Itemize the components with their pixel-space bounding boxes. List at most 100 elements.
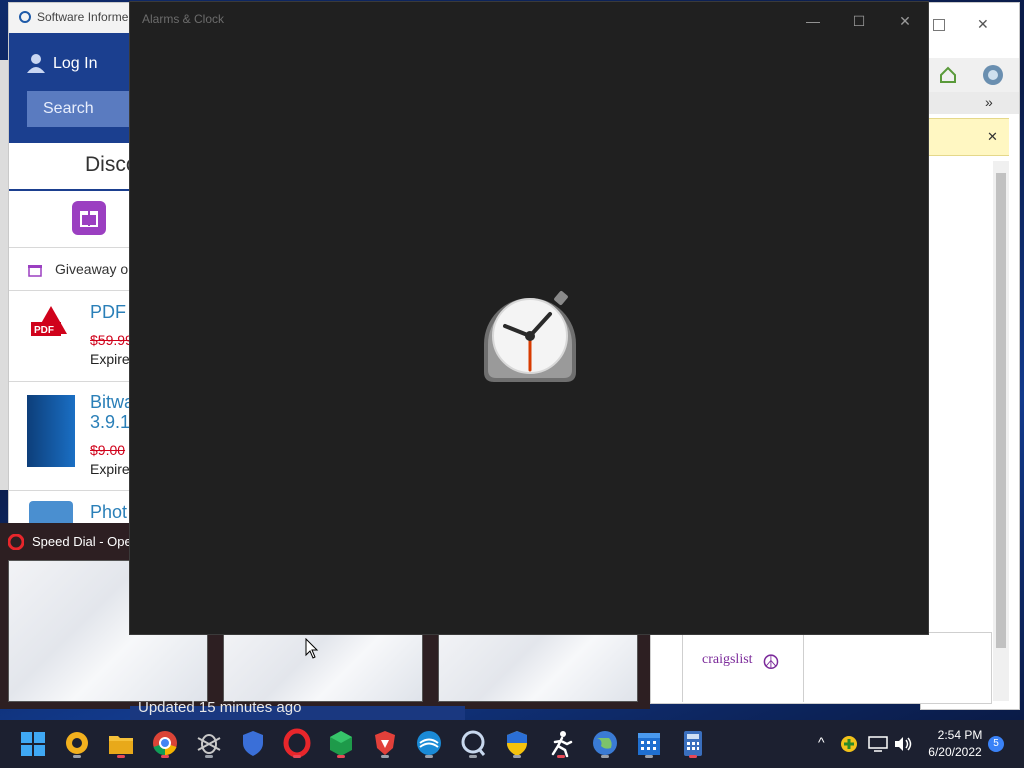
taskbar-qbittorrent[interactable]	[459, 728, 487, 758]
minimize-button[interactable]: —	[790, 6, 836, 36]
thumbnail-title[interactable]: Speed Dial - Oper	[32, 534, 136, 549]
clock-date[interactable]: 6/20/2022	[922, 745, 988, 759]
taskbar-globe-app[interactable]	[591, 728, 619, 758]
running-indicator	[689, 755, 697, 758]
running-indicator	[117, 755, 125, 758]
browser-window[interactable]: ✕ » ✕	[920, 2, 1020, 710]
item-expires: Expire	[90, 461, 130, 477]
notif-close-icon[interactable]: ✕	[987, 129, 998, 145]
runner-icon	[551, 731, 573, 758]
tab-discover[interactable]: Disco	[9, 143, 139, 191]
running-indicator	[161, 755, 169, 758]
settings-globe-icon[interactable]	[981, 63, 1005, 87]
tray-chevron-icon[interactable]: ^	[818, 734, 825, 750]
home-icon[interactable]	[939, 66, 957, 84]
browser-title-bar[interactable]: ✕	[921, 3, 1019, 48]
running-indicator	[381, 755, 389, 758]
shield-icon	[243, 731, 263, 756]
si-title-bar[interactable]: Software Informe	[9, 3, 139, 33]
close-icon[interactable]: ✕	[977, 16, 989, 33]
opera-gx-icon	[66, 732, 88, 754]
mouse-cursor-icon	[305, 638, 319, 659]
window-thumbnail[interactable]	[438, 632, 638, 702]
item-title[interactable]: Bitwa	[90, 392, 134, 413]
item-title[interactable]: PDF	[90, 302, 126, 323]
tray-plus-icon[interactable]	[840, 735, 858, 753]
running-indicator	[557, 755, 565, 758]
si-header: Log In Search	[9, 33, 139, 143]
item-title[interactable]: Phot	[90, 502, 127, 523]
divider	[9, 490, 139, 491]
taskbar-security-center[interactable]	[503, 728, 531, 758]
gift-button[interactable]	[72, 201, 106, 235]
window-title: Alarms & Clock	[142, 12, 225, 26]
taskbar-bug-app[interactable]	[195, 728, 223, 758]
taskbar-opera[interactable]	[283, 728, 311, 758]
opera-icon	[8, 534, 24, 550]
craigslist-tile[interactable]	[650, 632, 992, 704]
brave-icon	[375, 731, 395, 755]
taskbar-cube-app[interactable]	[327, 728, 355, 758]
svg-text:PDF: PDF	[34, 325, 54, 336]
login-link[interactable]: Log In	[53, 55, 97, 73]
taskbar-opera-gx[interactable]	[63, 728, 91, 758]
taskbar-brave[interactable]	[371, 728, 399, 758]
start-button[interactable]	[19, 728, 47, 758]
gift-icon	[80, 211, 98, 227]
network-icon[interactable]	[868, 736, 888, 752]
file-explorer-icon	[109, 736, 133, 754]
clock-time[interactable]: 2:54 PM	[934, 728, 986, 742]
item-price: $59.99	[90, 332, 133, 348]
bitwarden-box-icon	[27, 395, 75, 467]
item-subtitle[interactable]: 3.9.1	[90, 412, 130, 433]
opera-icon	[283, 728, 311, 758]
taskbar-runner-app[interactable]	[547, 728, 575, 758]
software-informer-window[interactable]: Software Informe Log In Search Disco Giv…	[8, 2, 140, 529]
volume-icon[interactable]	[893, 736, 913, 752]
taskbar-file-explorer[interactable]	[107, 728, 135, 758]
maximize-icon[interactable]	[933, 19, 945, 31]
divider	[9, 381, 139, 382]
alarms-clock-window[interactable]: Alarms & Clock — ☐ ✕	[129, 1, 929, 635]
notification-bar: ✕	[927, 118, 1009, 156]
maximize-button[interactable]: ☐	[836, 6, 882, 36]
running-indicator	[205, 755, 213, 758]
craigslist-label[interactable]: craigslist	[702, 652, 753, 668]
taskbar-defender[interactable]	[239, 728, 267, 758]
running-indicator	[73, 755, 81, 758]
peace-icon: ☮	[762, 652, 780, 674]
divider	[682, 632, 683, 702]
uac-shield-icon	[507, 731, 527, 756]
running-indicator	[513, 755, 521, 758]
taskbar-calendar[interactable]	[635, 728, 663, 758]
item-price: $9.00	[90, 442, 126, 458]
browser-toolbar	[921, 58, 1019, 92]
running-indicator	[293, 755, 301, 758]
more-chevron-icon[interactable]: »	[985, 94, 993, 110]
bookmarks-bar: »	[921, 92, 1019, 114]
taskbar-chrome[interactable]	[151, 728, 179, 758]
taskbar-speedtest[interactable]	[415, 728, 443, 758]
search-input[interactable]: Search	[27, 91, 139, 127]
cube-icon	[330, 731, 352, 756]
updated-status: Updated 15 minutes ago	[138, 699, 302, 716]
giveaway-label[interactable]: Giveaway o	[55, 261, 128, 277]
speedtest-icon	[417, 731, 441, 755]
globe-icon	[593, 731, 617, 755]
chrome-icon	[153, 731, 177, 756]
start-icon	[21, 732, 45, 756]
window-thumbnail[interactable]	[223, 632, 423, 702]
pdf-icon: PDF	[29, 304, 73, 348]
running-indicator	[469, 755, 477, 758]
close-button[interactable]: ✕	[882, 6, 928, 36]
divider	[9, 247, 139, 248]
bug-icon	[197, 734, 221, 754]
user-icon	[27, 54, 45, 73]
running-indicator	[425, 755, 433, 758]
taskbar-calculator[interactable]	[679, 728, 707, 758]
running-indicator	[337, 755, 345, 758]
scrollbar-thumb[interactable]	[996, 173, 1006, 648]
notification-badge[interactable]: 5	[988, 736, 1004, 752]
si-window-title: Software Informe	[37, 10, 129, 24]
divider	[803, 632, 804, 702]
